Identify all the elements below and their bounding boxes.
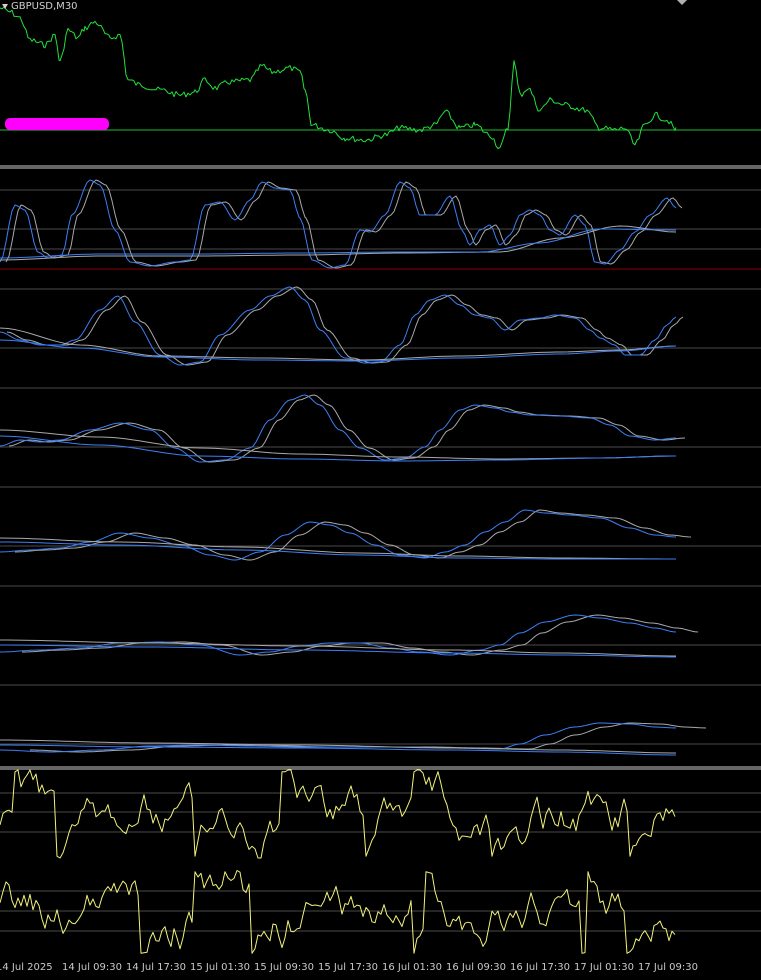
indicator-3-signal-line: [8, 394, 686, 463]
indicator-1-slow-main: [0, 228, 676, 259]
chart-canvas[interactable]: [0, 0, 761, 980]
indicator-2-slow-signal: [0, 327, 677, 361]
time-axis-tick: 14 Jul 17:30: [126, 962, 186, 973]
collapse-triangle-icon[interactable]: [2, 4, 8, 9]
time-axis-tick: 16 Jul 01:30: [382, 962, 442, 973]
highlight-marker: [5, 118, 109, 130]
symbol-text: GBPUSD,M30: [11, 1, 78, 12]
indicator-2-slow-main: [0, 339, 677, 362]
time-axis-tick: 14 Jul 2025: [0, 962, 53, 973]
indicator-5-signal-line: [22, 614, 699, 656]
scroll-triangle-icon[interactable]: [677, 0, 687, 5]
time-axis-tick: 15 Jul 01:30: [190, 962, 250, 973]
indicator-3-main-line: [0, 394, 677, 463]
indicator-3-slow-signal: [0, 429, 676, 460]
time-axis-tick: 15 Jul 17:30: [318, 962, 378, 973]
symbol-label[interactable]: GBPUSD,M30: [2, 1, 78, 12]
time-axis-tick: 17 Jul 01:30: [574, 962, 634, 973]
indicator-4-slow-main: [0, 541, 676, 560]
time-axis-tick: 14 Jul 09:30: [62, 962, 122, 973]
indicator-3-slow-main: [0, 435, 676, 462]
indicator-1-signal-line: [5, 179, 683, 269]
time-axis-tick: 17 Jul 09:30: [638, 962, 698, 973]
indicator-1-slow-signal: [0, 225, 677, 261]
indicator-6-main-line: [0, 722, 677, 753]
oscillator-2-line: [0, 870, 676, 954]
time-axis-tick: 16 Jul 09:30: [446, 962, 506, 973]
indicator-4-slow-signal: [0, 537, 676, 560]
oscillator-1-line: [0, 769, 676, 859]
time-axis-tick: 15 Jul 09:30: [254, 962, 314, 973]
time-axis-tick: 16 Jul 17:30: [510, 962, 570, 973]
